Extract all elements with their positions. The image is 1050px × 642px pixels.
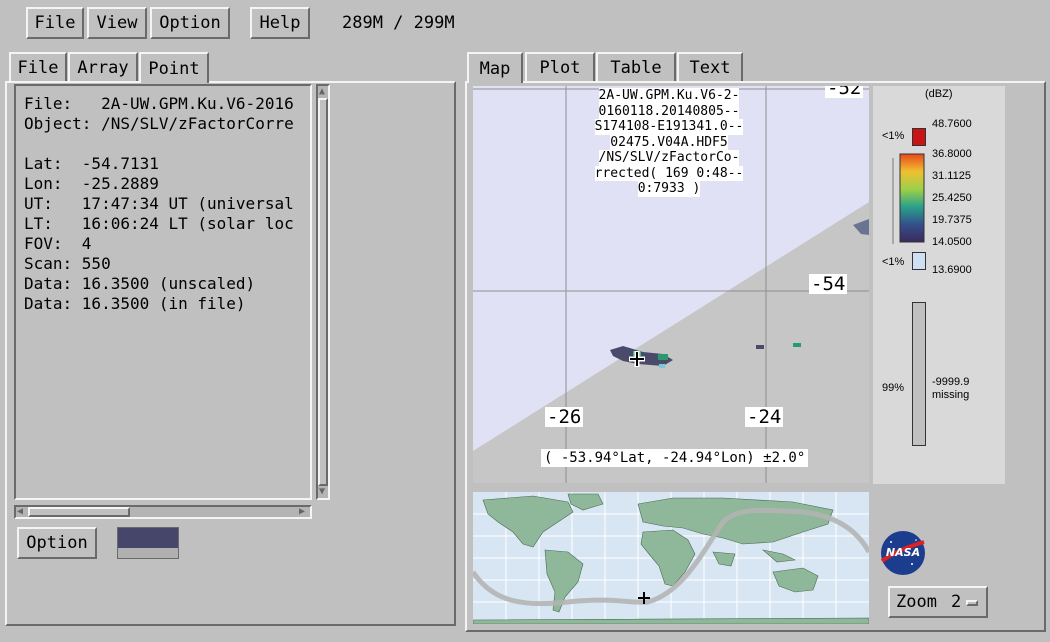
zoom-label: Zoom xyxy=(896,592,937,612)
option-menu-button[interactable]: Option xyxy=(150,7,230,39)
tab-array[interactable]: Array xyxy=(68,52,138,81)
info-line: LT: 16:06:24 LT (solar loc xyxy=(24,214,294,233)
map-title-line: 0:7933 ) xyxy=(637,181,701,197)
legend-colorbar xyxy=(899,153,925,243)
swatch-bottom xyxy=(118,548,178,558)
lon-label-left: -26 xyxy=(545,406,584,428)
scroll-right-icon[interactable]: ▶ xyxy=(299,507,305,517)
tab-table[interactable]: Table xyxy=(596,52,676,81)
legend-tick: 14.0500 xyxy=(932,236,972,248)
info-line: File: 2A-UW.GPM.Ku.V6-2016 xyxy=(24,94,294,113)
rain-cell xyxy=(658,354,668,360)
nasa-logo-text: NASA xyxy=(885,546,921,559)
view-menu-button[interactable]: View xyxy=(87,7,147,39)
legend-tick: 31.1125 xyxy=(932,170,971,182)
lat-label-mid: -54 xyxy=(809,273,848,295)
legend-over-swatch xyxy=(912,128,926,146)
legend-tick: 19.7375 xyxy=(932,214,972,226)
lat-label-top: -52 xyxy=(825,86,864,98)
zoom-selector[interactable]: Zoom 2 xyxy=(888,586,988,618)
map-title-line: S174108-E191341.0-- xyxy=(594,119,744,135)
scroll-up-icon[interactable]: ▲ xyxy=(319,87,325,97)
file-menu-button[interactable]: File xyxy=(26,7,84,39)
help-menu-button[interactable]: Help xyxy=(250,7,310,39)
tab-point[interactable]: Point xyxy=(139,52,209,83)
swatch-fill xyxy=(118,528,178,548)
map-title-line: 2A-UW.GPM.Ku.V6-2- xyxy=(598,88,740,104)
legend-under-swatch xyxy=(912,252,926,270)
info-line: FOV: 4 xyxy=(24,234,92,253)
vertical-scroll-thumb[interactable] xyxy=(318,98,328,486)
map-title: 2A-UW.GPM.Ku.V6-2- 0160118.20140805-- S1… xyxy=(577,88,761,197)
rain-cell xyxy=(756,345,764,349)
point-info-text[interactable]: File: 2A-UW.GPM.Ku.V6-2016 Object: /NS/S… xyxy=(14,84,312,500)
info-horizontal-scrollbar[interactable]: ◀ ▶ xyxy=(14,505,312,519)
tab-plot[interactable]: Plot xyxy=(525,52,595,81)
dropdown-indicator-icon xyxy=(966,600,978,606)
tab-file[interactable]: File xyxy=(9,52,67,81)
map-view[interactable]: 2A-UW.GPM.Ku.V6-2- 0160118.20140805-- S1… xyxy=(473,86,869,483)
legend-tick: 25.4250 xyxy=(932,192,972,204)
legend-missing-pct: 99% xyxy=(882,382,905,394)
info-line: Data: 16.3500 (unscaled) xyxy=(24,274,256,293)
map-title-line: 02475.V04A.HDF5 xyxy=(610,134,728,150)
legend-missing-label: missing xyxy=(932,389,970,401)
tab-text[interactable]: Text xyxy=(677,52,743,81)
legend-missing-swatch xyxy=(912,302,926,446)
rain-cell xyxy=(659,364,665,368)
rain-cell xyxy=(793,343,801,347)
world-overview-map[interactable] xyxy=(473,492,869,624)
point-option-button[interactable]: Option xyxy=(17,527,97,559)
legend-missing-value: -9999.9 xyxy=(932,376,970,388)
info-line: Object: /NS/SLV/zFactorCorre xyxy=(24,114,294,133)
color-legend: (dBZ) <1% 48.7600 36.8000 31.1125 25.425… xyxy=(873,86,1005,484)
map-title-line: /NS/SLV/zFactorCo- xyxy=(598,150,740,166)
info-vertical-scrollbar[interactable]: ▲ ▼ xyxy=(316,84,330,500)
horizontal-scroll-thumb[interactable] xyxy=(28,507,130,517)
map-title-line: rrected( 169 0:48-- xyxy=(594,165,744,181)
info-line: Scan: 550 xyxy=(24,254,111,273)
legend-under-value: 13.6900 xyxy=(932,264,972,276)
legend-slider-track[interactable] xyxy=(892,158,894,244)
legend-under-pct: <1% xyxy=(882,256,905,268)
lon-label-right: -24 xyxy=(745,406,784,428)
cursor-readout: ( -53.94°Lat, -24.94°Lon) ±2.0° xyxy=(541,449,809,467)
legend-tick: 36.8000 xyxy=(932,148,972,160)
world-map-canvas xyxy=(473,492,869,624)
info-line: UT: 17:47:34 UT (universal xyxy=(24,194,294,213)
legend-over-value: 48.7600 xyxy=(932,118,972,130)
info-line: Lat: -54.7131 xyxy=(24,154,159,173)
tab-map[interactable]: Map xyxy=(467,52,523,83)
nasa-logo: NASA xyxy=(878,528,928,578)
scroll-down-icon[interactable]: ▼ xyxy=(319,487,325,497)
info-line: Lon: -25.2889 xyxy=(24,174,159,193)
info-line: Data: 16.3500 (in file) xyxy=(24,294,246,313)
scroll-left-icon[interactable]: ◀ xyxy=(17,507,23,517)
map-title-line: 0160118.20140805-- xyxy=(598,103,740,119)
zoom-value: 2 xyxy=(950,592,962,612)
memory-usage: 289M / 299M xyxy=(342,13,455,33)
data-color-swatch xyxy=(117,527,179,559)
legend-over-pct: <1% xyxy=(882,130,905,142)
legend-unit: (dBZ) xyxy=(925,88,953,100)
